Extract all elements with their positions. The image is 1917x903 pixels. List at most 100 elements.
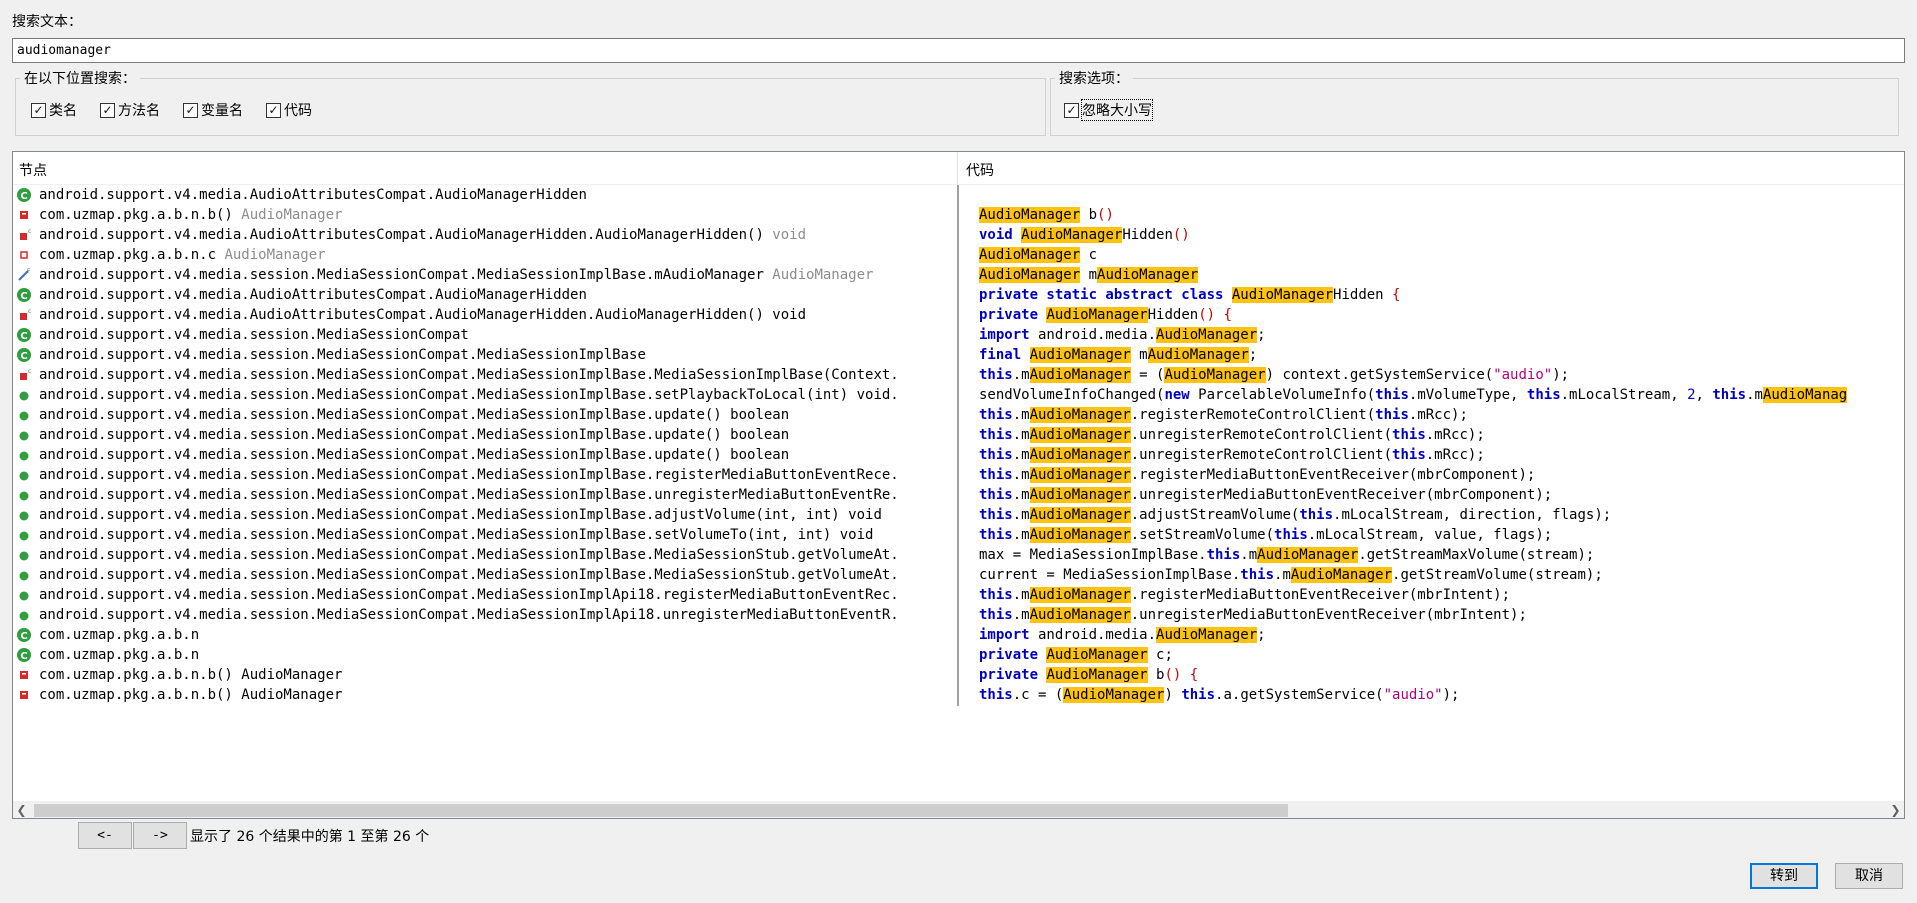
code-row[interactable]: sendVolumeInfoChanged(new ParcelableVolu… [959, 385, 1904, 405]
node-row[interactable]: Fandroid.support.v4.media.session.MediaS… [13, 265, 957, 285]
goto-button[interactable]: 转到 [1750, 863, 1818, 889]
node-row[interactable]: com.uzmap.pkg.a.b.n.b() AudioManager [13, 205, 957, 225]
code-row[interactable]: import android.media.AudioManager; [959, 325, 1904, 345]
public-method-icon [19, 411, 29, 421]
code-token: this [979, 427, 1013, 443]
node-row[interactable]: android.support.v4.media.session.MediaSe… [13, 465, 957, 485]
code-row[interactable]: this.mAudioManager.unregisterMediaButton… [959, 605, 1904, 625]
method-icon [20, 691, 28, 699]
node-row[interactable]: android.support.v4.media.session.MediaSe… [13, 505, 957, 525]
code-row[interactable]: this.mAudioManager.registerMediaButtonEv… [959, 585, 1904, 605]
node-row[interactable]: android.support.v4.media.session.MediaSe… [13, 405, 957, 425]
cancel-button[interactable]: 取消 [1835, 863, 1903, 889]
node-row[interactable]: android.support.v4.media.session.MediaSe… [13, 385, 957, 405]
node-row[interactable]: Ccom.uzmap.pkg.a.b.n [13, 645, 957, 665]
code-token: ParcelableVolumeInfo( [1189, 387, 1376, 403]
horizontal-scrollbar[interactable]: ❮ ❯ [13, 801, 1904, 818]
column-header-code[interactable]: 代码 [966, 160, 994, 180]
node-row[interactable]: com.uzmap.pkg.a.b.n.c AudioManager [13, 245, 957, 265]
node-row[interactable]: c android.support.v4.media.AudioAttribute… [13, 225, 957, 245]
scrollbar-thumb[interactable] [34, 804, 1288, 817]
node-text: android.support.v4.media.session.MediaSe… [39, 387, 899, 403]
code-token: m [1080, 267, 1098, 283]
code-row[interactable]: this.mAudioManager.unregisterRemoteContr… [959, 445, 1904, 465]
node-row[interactable]: Candroid.support.v4.media.AudioAttribute… [13, 185, 957, 205]
code-row[interactable]: this.mAudioManager.unregisterMediaButton… [959, 485, 1904, 505]
code-row[interactable]: private AudioManager b() { [959, 665, 1904, 685]
code-token: .setStreamVolume( [1130, 527, 1275, 543]
results-header: 节点 代码 [13, 152, 1904, 185]
node-row[interactable]: com.uzmap.pkg.a.b.n.b() AudioManager [13, 665, 957, 685]
scroll-left-icon[interactable]: ❮ [13, 802, 30, 818]
code-row[interactable]: AudioManager b() [959, 205, 1904, 225]
code-row[interactable]: AudioManager c [959, 245, 1904, 265]
code-token: .c = ( [1012, 687, 1064, 703]
varname-checkbox[interactable]: ✓ 变量名 [183, 100, 243, 120]
public-method-icon [19, 571, 29, 581]
node-row[interactable]: android.support.v4.media.session.MediaSe… [13, 565, 957, 585]
column-divider[interactable] [957, 152, 958, 185]
class-icon: C [17, 288, 31, 302]
code-row[interactable]: private AudioManager c; [959, 645, 1904, 665]
svg-text:c: c [28, 368, 31, 375]
node-row[interactable]: Ccom.uzmap.pkg.a.b.n [13, 625, 957, 645]
code-token: this [979, 407, 1013, 423]
node-text: android.support.v4.media.AudioAttributes… [39, 307, 807, 323]
constructor-icon: c [20, 308, 31, 320]
code-row[interactable]: this.mAudioManager.registerMediaButtonEv… [959, 465, 1904, 485]
code-row[interactable]: private AudioManagerHidden() { [959, 305, 1904, 325]
node-row[interactable]: android.support.v4.media.session.MediaSe… [13, 545, 957, 565]
code-token: m [1130, 347, 1148, 363]
code-token: .m [1012, 467, 1030, 483]
code-row[interactable]: this.mAudioManager = (AudioManager) cont… [959, 365, 1904, 385]
search-input[interactable] [12, 38, 1905, 63]
code-token: this [979, 687, 1013, 703]
code-row[interactable]: this.mAudioManager.registerRemoteControl… [959, 405, 1904, 425]
code-token: .m [1240, 547, 1258, 563]
code-row[interactable]: this.mAudioManager.adjustStreamVolume(th… [959, 505, 1904, 525]
code-token: .unregisterRemoteControlClient( [1130, 427, 1393, 443]
code-row[interactable]: void AudioManagerHidden() [959, 225, 1904, 245]
code-row[interactable]: max = MediaSessionImplBase.this.mAudioMa… [959, 545, 1904, 565]
search-location-group: 在以下位置搜索： ✓ 类名 ✓ 方法名 ✓ 变量名 ✓ 代码 [15, 68, 1046, 136]
code-row[interactable]: current = MediaSessionImplBase.this.mAud… [959, 565, 1904, 585]
node-text: android.support.v4.media.session.MediaSe… [39, 347, 646, 363]
code-token: { [1392, 287, 1401, 303]
node-row[interactable]: Candroid.support.v4.media.session.MediaS… [13, 345, 957, 365]
ignore-case-checkbox[interactable]: ✓ 忽略大小写 [1064, 99, 1153, 121]
code-label: 代码 [284, 103, 312, 119]
code-token: this [1392, 427, 1426, 443]
code-row[interactable]: this.c = (AudioManager) this.a.getSystem… [959, 685, 1904, 705]
node-row[interactable]: android.support.v4.media.session.MediaSe… [13, 605, 957, 625]
prev-page-button[interactable]: <- [78, 822, 132, 849]
code-row[interactable]: final AudioManager mAudioManager; [959, 345, 1904, 365]
node-text: android.support.v4.media.session.MediaSe… [39, 487, 899, 503]
code-row[interactable]: private static abstract class AudioManag… [959, 285, 1904, 305]
code-token: "audio" [1493, 367, 1553, 383]
classname-checkbox[interactable]: ✓ 类名 [31, 100, 77, 120]
next-page-button[interactable]: -> [133, 822, 187, 849]
code-row[interactable]: import android.media.AudioManager; [959, 625, 1904, 645]
node-row[interactable]: android.support.v4.media.session.MediaSe… [13, 445, 957, 465]
node-row[interactable]: android.support.v4.media.session.MediaSe… [13, 525, 957, 545]
match-highlight: AudioManager [979, 267, 1081, 283]
code-row[interactable]: this.mAudioManager.setStreamVolume(this.… [959, 525, 1904, 545]
column-header-node[interactable]: 节点 [19, 160, 47, 180]
code-token: .unregisterRemoteControlClient( [1130, 447, 1393, 463]
node-row[interactable]: android.support.v4.media.session.MediaSe… [13, 585, 957, 605]
node-row[interactable]: android.support.v4.media.session.MediaSe… [13, 485, 957, 505]
code-checkbox[interactable]: ✓ 代码 [266, 100, 312, 120]
node-text: android.support.v4.media.session.MediaSe… [39, 327, 469, 343]
node-text: android.support.v4.media.AudioAttributes… [39, 287, 587, 303]
scroll-right-icon[interactable]: ❯ [1887, 802, 1904, 818]
public-method-icon [19, 451, 29, 461]
methodname-checkbox[interactable]: ✓ 方法名 [100, 100, 160, 120]
node-row[interactable]: com.uzmap.pkg.a.b.n.b() AudioManager [13, 685, 957, 705]
node-row[interactable]: android.support.v4.media.session.MediaSe… [13, 425, 957, 445]
node-row[interactable]: c android.support.v4.media.AudioAttribute… [13, 305, 957, 325]
node-row[interactable]: Candroid.support.v4.media.AudioAttribute… [13, 285, 957, 305]
code-row[interactable]: AudioManager mAudioManager [959, 265, 1904, 285]
code-row[interactable]: this.mAudioManager.unregisterRemoteContr… [959, 425, 1904, 445]
node-row[interactable]: Candroid.support.v4.media.session.MediaS… [13, 325, 957, 345]
node-row[interactable]: c android.support.v4.media.session.MediaS… [13, 365, 957, 385]
